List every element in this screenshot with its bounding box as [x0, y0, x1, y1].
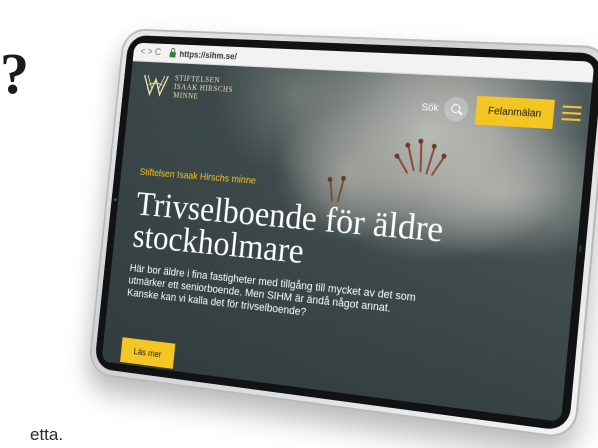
- menu-bar: [562, 111, 582, 115]
- url-text[interactable]: https://sihm.se/: [179, 49, 237, 61]
- site-logo[interactable]: STIFTELSEN ISAAK HIRSCHS MINNE: [141, 71, 235, 102]
- search-button[interactable]: [443, 96, 470, 122]
- hamburger-menu-icon[interactable]: [561, 105, 582, 123]
- lock-icon: [169, 51, 177, 58]
- search-icon: [450, 103, 461, 113]
- menu-bar: [562, 105, 582, 109]
- menu-bar: [561, 118, 581, 122]
- tablet-device: < > C https://sihm.se/ STIFTELSEN ISAAK …: [87, 28, 598, 441]
- search-label[interactable]: Sök: [421, 102, 439, 114]
- side-sensor-icon: [578, 245, 582, 252]
- browser-nav-buttons[interactable]: < > C: [140, 47, 162, 58]
- monogram-logo-icon: [141, 71, 171, 99]
- report-issue-button[interactable]: Felanmälan: [474, 95, 555, 130]
- front-camera-icon: [113, 198, 117, 202]
- tablet-screen: < > C https://sihm.se/ STIFTELSEN ISAAK …: [101, 42, 595, 422]
- background-trailing-text: etta.: [30, 425, 64, 444]
- background-question-mark: ?: [0, 41, 30, 106]
- logo-text: STIFTELSEN ISAAK HIRSCHS MINNE: [173, 73, 235, 102]
- page: ? etta. < > C https://sihm.se/ STIFTELSE…: [0, 0, 598, 448]
